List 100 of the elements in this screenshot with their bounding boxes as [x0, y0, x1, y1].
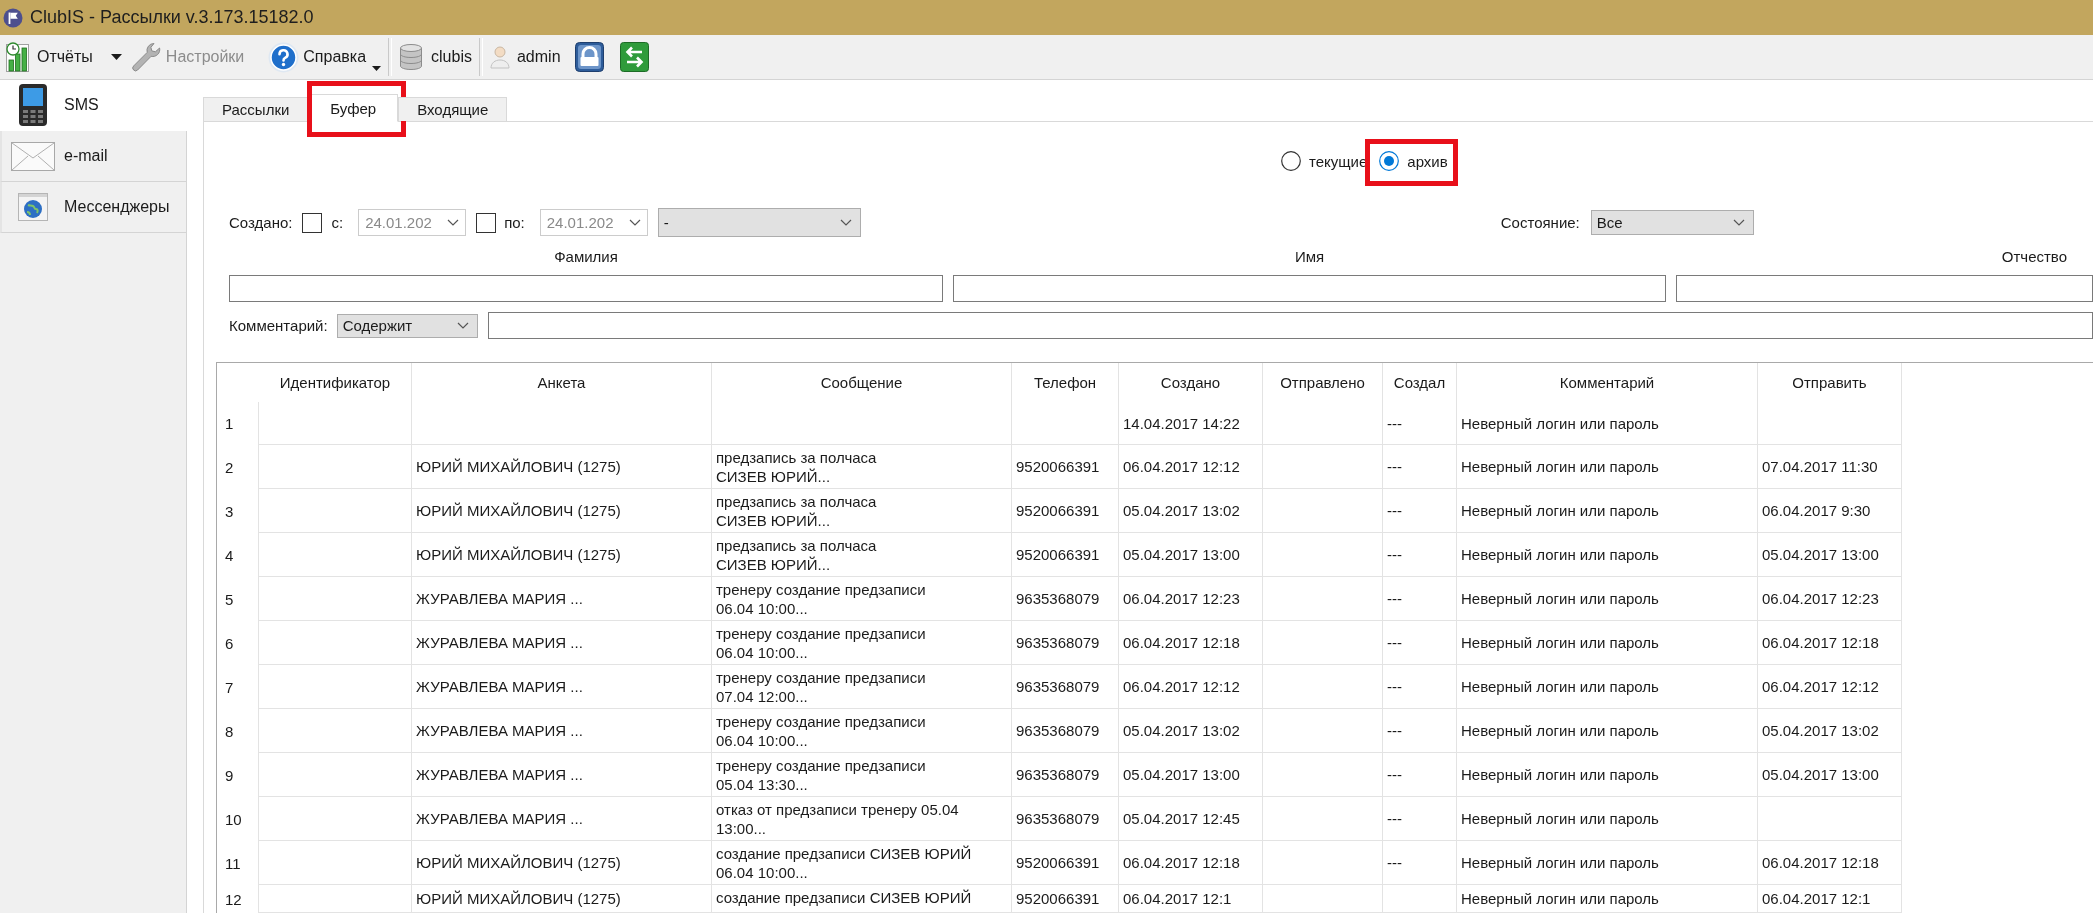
table-cell: 05.04.2017 13:00 — [1119, 533, 1263, 577]
table-cell: 06.04.2017 12:18 — [1119, 621, 1263, 665]
row-number: 2 — [217, 445, 259, 489]
table-cell: 06.04.2017 12:18 — [1119, 841, 1263, 885]
table-cell: 06.04.2017 12:1 — [1119, 885, 1263, 913]
table-cell: Неверный логин или пароль — [1457, 885, 1758, 913]
table-cell: 06.04.2017 12:1 — [1758, 885, 1902, 913]
tab[interactable]: Рассылки — [203, 97, 309, 121]
tab[interactable]: Входящие — [398, 97, 508, 121]
radio-label[interactable]: текущие — [1309, 152, 1368, 170]
dropdown[interactable]: - — [657, 208, 861, 237]
table-cell: Неверный логин или пароль — [1457, 445, 1758, 489]
table-cell: --- — [1383, 621, 1457, 665]
database-icon — [399, 43, 424, 71]
input-field[interactable] — [1676, 275, 2093, 302]
row-number: 12 — [217, 885, 259, 913]
chevron-down-icon — [839, 219, 852, 226]
column-header[interactable]: Создано — [1119, 363, 1263, 402]
table-cell: создание предзаписи СИЗЕВ ЮРИЙ 06.04 10:00... — [712, 841, 1012, 885]
column-header[interactable]: Комментарий — [1457, 363, 1758, 402]
column-header[interactable]: Создал — [1383, 363, 1457, 402]
flag-logo-icon — [3, 7, 23, 28]
table-cell: Неверный логин или пароль — [1457, 533, 1758, 577]
table-cell: --- — [1383, 841, 1457, 885]
table-cell: предзапись за полчаса СИЗЕВ ЮРИЙ... — [712, 489, 1012, 533]
table-cell: Неверный логин или пароль — [1457, 841, 1758, 885]
radio-button[interactable] — [1379, 151, 1400, 171]
field-label: Создано: — [229, 214, 293, 231]
column-header[interactable]: Анкета — [412, 363, 712, 402]
table-cell: ЮРИЙ МИХАЙЛОВИЧ (1275) — [412, 533, 712, 577]
table-cell: 05.04.2017 13:00 — [1758, 533, 1902, 577]
table-cell: Неверный логин или пароль — [1457, 709, 1758, 753]
field-label: Фамилия — [554, 248, 618, 266]
table-cell: 9635368079 — [1012, 709, 1119, 753]
column-header[interactable]: Отправить — [1758, 363, 1902, 402]
table-cell: 07.04.2017 11:30 — [1758, 445, 1902, 489]
table-cell: 9520066391 — [1012, 489, 1119, 533]
table-cell: 05.04.2017 13:00 — [1119, 753, 1263, 797]
table-cell: Неверный логин или пароль — [1457, 665, 1758, 709]
table-cell: 06.04.2017 9:30 — [1758, 489, 1902, 533]
row-number: 10 — [217, 797, 259, 841]
column-header[interactable]: Сообщение — [712, 363, 1012, 402]
chevron-down-icon — [628, 219, 641, 226]
row-number: 9 — [217, 753, 259, 797]
table-cell: тренеру создание предзаписи 07.04 12:00... — [712, 665, 1012, 709]
radio-button[interactable] — [1281, 151, 1301, 171]
input-field[interactable] — [229, 275, 943, 302]
table-cell: 06.04.2017 12:12 — [1119, 665, 1263, 709]
column-header[interactable]: Телефон — [1012, 363, 1119, 402]
table-cell: ЮРИЙ МИХАЙЛОВИЧ (1275) — [412, 841, 712, 885]
sidebar-item[interactable]: Мессенджеры — [0, 182, 187, 233]
sidebar-item[interactable]: SMS — [0, 80, 187, 131]
table-cell: отказ от предзаписи тренеру 05.04 13:00... — [712, 797, 1012, 841]
caret-icon — [110, 54, 122, 60]
table-cell: ЖУРАВЛЕВА МАРИЯ ... — [412, 577, 712, 621]
reports-button[interactable]: Отчёты — [3, 38, 95, 76]
database-button[interactable]: clubis — [397, 38, 474, 76]
row-number: 5 — [217, 577, 259, 621]
field-label: с: — [331, 214, 344, 231]
table-cell: тренеру создание предзаписи 06.04 10:00... — [712, 709, 1012, 753]
field-label: Имя — [1294, 248, 1325, 266]
table-cell: 06.04.2017 12:18 — [1758, 621, 1902, 665]
table-cell: 9520066391 — [1012, 885, 1119, 913]
table-cell: ЖУРАВЛЕВА МАРИЯ ... — [412, 753, 712, 797]
column-header[interactable]: Отправлено — [1263, 363, 1383, 402]
input-field[interactable] — [487, 312, 2093, 339]
dropdown[interactable]: Содержит — [336, 313, 478, 338]
table-cell: 05.04.2017 13:02 — [1758, 709, 1902, 753]
table-cell: --- — [1383, 445, 1457, 489]
help-icon — [268, 41, 300, 73]
table-cell: 06.04.2017 12:23 — [1758, 577, 1902, 621]
radio-label[interactable]: архив — [1407, 152, 1448, 170]
row-number: 1 — [217, 402, 259, 445]
mobile-phone-icon — [18, 83, 48, 127]
input-field[interactable] — [953, 275, 1666, 302]
field-label: Состояние: — [1500, 214, 1580, 231]
globe-icon — [18, 193, 48, 221]
table-cell: ЖУРАВЛЕВА МАРИЯ ... — [412, 665, 712, 709]
table-cell: 06.04.2017 12:12 — [1758, 665, 1902, 709]
row-number: 7 — [217, 665, 259, 709]
table-cell: ЮРИЙ МИХАЙЛОВИЧ (1275) — [412, 489, 712, 533]
help-button[interactable]: Справка — [266, 38, 384, 76]
table-cell: ЖУРАВЛЕВА МАРИЯ ... — [412, 621, 712, 665]
table-cell: Неверный логин или пароль — [1457, 577, 1758, 621]
table-cell: --- — [1383, 577, 1457, 621]
table-cell: 05.04.2017 13:00 — [1758, 753, 1902, 797]
sidebar-item[interactable]: e-mail — [0, 131, 187, 182]
table-cell: --- — [1383, 753, 1457, 797]
user-button[interactable]: admin — [487, 38, 563, 76]
wrench-icon — [129, 41, 162, 73]
table-cell: 05.04.2017 13:02 — [1119, 489, 1263, 533]
field-label: по: — [504, 214, 525, 231]
table-cell: тренеру создание предзаписи 06.04 10:00... — [712, 621, 1012, 665]
table-cell: 9635368079 — [1012, 665, 1119, 709]
row-number: 6 — [217, 621, 259, 665]
column-header[interactable]: Идентификатор — [259, 363, 412, 402]
table-cell: --- — [1383, 797, 1457, 841]
table-cell: тренеру создание предзаписи 06.04 10:00... — [712, 577, 1012, 621]
dropdown[interactable]: Все — [1590, 210, 1754, 235]
table-cell: 06.04.2017 12:23 — [1119, 577, 1263, 621]
